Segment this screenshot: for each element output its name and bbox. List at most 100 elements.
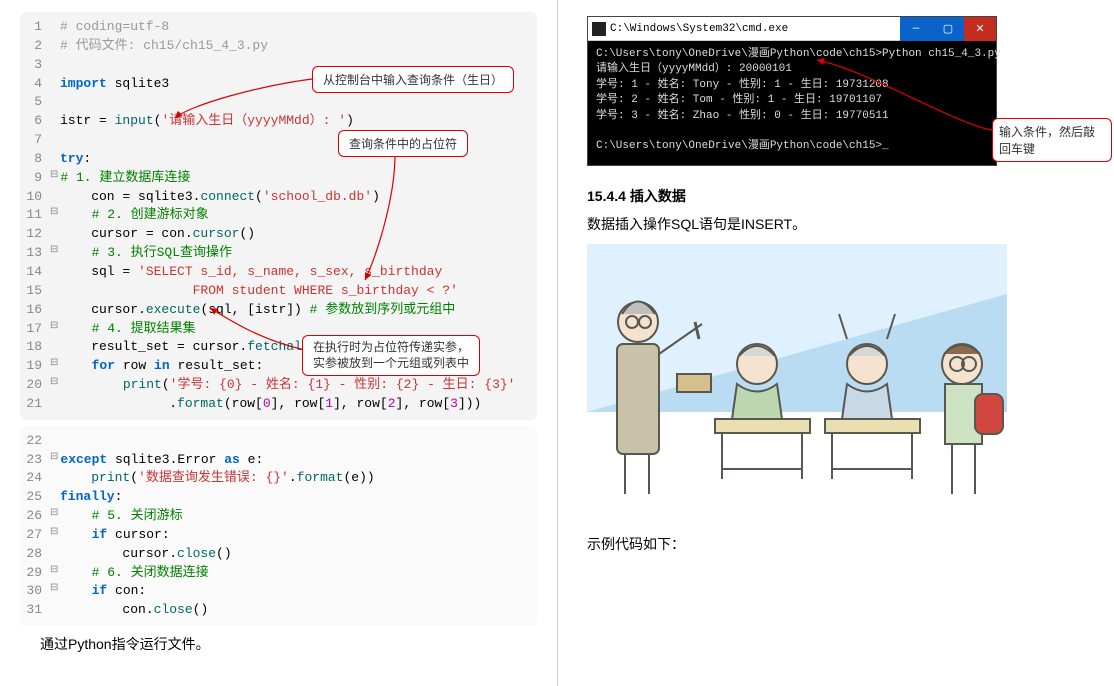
terminal-titlebar: C:\Windows\System32\cmd.exe — ▢ ✕ [588,17,996,41]
code-text: con.close() [60,601,537,620]
fold-icon: ⊟ [50,206,60,225]
line-number: 22 [20,432,50,451]
line-number: 9 [20,169,50,188]
classroom-illustration [587,244,1007,524]
fold-icon: ⊟ [50,169,60,188]
line-number: 6 [20,112,50,131]
code-line: 16 cursor.execute(sql, [istr]) # 参数放到序列或… [20,301,537,320]
code-line: 28 cursor.close() [20,545,537,564]
code-line: 11⊟ # 2. 创建游标对象 [20,206,537,225]
right-caption: 示例代码如下： [587,534,1094,554]
code-text: print('数据查询发生错误: {}'.format(e)) [60,469,537,488]
code-line: 6istr = input('请输入生日（yyyyMMdd）: ') [20,112,537,131]
code-text: except sqlite3.Error as e: [60,451,537,470]
cmd-icon [592,22,606,36]
fold-icon: ⊟ [50,582,60,601]
terminal-body: C:\Users\tony\OneDrive\漫画Python\code\ch1… [588,41,996,165]
line-number: 18 [20,338,50,357]
line-number: 21 [20,395,50,414]
line-number: 16 [20,301,50,320]
code-text [60,432,537,451]
fold-icon: ⊟ [50,320,60,339]
section-title: 15.4.4 插入数据 [587,186,1094,206]
line-number: 12 [20,225,50,244]
fold-icon: ⊟ [50,526,60,545]
line-number: 13 [20,244,50,263]
line-number: 26 [20,507,50,526]
line-number: 2 [20,37,50,56]
callout-text-line1: 在执行时为占位符传递实参， [313,340,469,354]
terminal-title-text: C:\Windows\System32\cmd.exe [610,23,788,35]
code-line: 26⊟ # 5. 关闭游标 [20,507,537,526]
terminal-window: C:\Windows\System32\cmd.exe — ▢ ✕ C:\Use… [587,16,997,166]
code-line: 2 # 代码文件: ch15/ch15_4_3.py [20,37,537,56]
fold-icon: ⊟ [50,507,60,526]
code-line: 27⊟ if cursor: [20,526,537,545]
line-number: 19 [20,357,50,376]
code-text: # 代码文件: ch15/ch15_4_3.py [60,37,537,56]
line-number: 10 [20,188,50,207]
callout-text: 从控制台中输入查询条件（生日） [323,73,503,87]
line-number: 20 [20,376,50,395]
code-line: 12 cursor = con.cursor() [20,225,537,244]
line-number: 28 [20,545,50,564]
left-caption: 通过Python指令运行文件。 [40,634,537,654]
code-text: .format(row[0], row[1], row[2], row[3])) [60,395,537,414]
code-line: 14 sql = 'SELECT s_id, s_name, s_sex, s_… [20,263,537,282]
line-number: 29 [20,564,50,583]
section-text: 数据插入操作SQL语句是INSERT。 [587,214,1094,234]
code-text: con = sqlite3.connect('school_db.db') [60,188,537,207]
code-line: 1# coding=utf-8 [20,18,537,37]
code-text: cursor = con.cursor() [60,225,537,244]
line-number: 31 [20,601,50,620]
code-text: if cursor: [60,526,537,545]
fold-icon: ⊟ [50,564,60,583]
line-number: 25 [20,488,50,507]
left-column: 1# coding=utf-82 # 代码文件: ch15/ch15_4_3.py… [0,0,557,686]
code-text: finally: [60,488,537,507]
code-text: # 5. 关闭游标 [60,507,537,526]
line-number: 7 [20,131,50,150]
fold-icon: ⊟ [50,244,60,263]
code-line: 23⊟except sqlite3.Error as e: [20,451,537,470]
line-number: 15 [20,282,50,301]
code-text: FROM student WHERE s_birthday < ?' [60,282,537,301]
line-number: 8 [20,150,50,169]
code-text: sql = 'SELECT s_id, s_name, s_sex, s_bir… [60,263,537,282]
line-number: 14 [20,263,50,282]
code-block-2: 2223⊟except sqlite3.Error as e:24 print(… [20,426,537,626]
fold-icon: ⊟ [50,376,60,395]
code-text: # 3. 执行SQL查询操作 [60,244,537,263]
code-line: 13⊟ # 3. 执行SQL查询操作 [20,244,537,263]
code-text: # 1. 建立数据库连接 [60,169,537,188]
code-text: cursor.execute(sql, [istr]) # 参数放到序列或元组中 [60,301,537,320]
callout-exec-param: 在执行时为占位符传递实参， 实参被放到一个元组或列表中 [302,335,480,376]
code-text: cursor.close() [60,545,537,564]
minimize-button[interactable]: — [900,17,932,41]
close-button[interactable]: ✕ [964,17,996,41]
callout-input-condition: 从控制台中输入查询条件（生日） [312,66,514,93]
maximize-button[interactable]: ▢ [932,17,964,41]
code-text: if con: [60,582,537,601]
line-number: 5 [20,93,50,112]
code-line: 22 [20,432,537,451]
code-line: 15 FROM student WHERE s_birthday < ?' [20,282,537,301]
code-text [60,93,537,112]
right-column: C:\Windows\System32\cmd.exe — ▢ ✕ C:\Use… [557,0,1114,686]
line-number: 11 [20,206,50,225]
fold-icon: ⊟ [50,451,60,470]
code-line: 31 con.close() [20,601,537,620]
callout-text-line2: 实参被放到一个元组或列表中 [313,356,469,370]
code-line: 25 finally: [20,488,537,507]
code-line: 9⊟# 1. 建立数据库连接 [20,169,537,188]
code-line: 20⊟ print('学号: {0} - 姓名: {1} - 性别: {2} -… [20,376,537,395]
line-number: 1 [20,18,50,37]
line-number: 23 [20,451,50,470]
code-line: 30⊟ if con: [20,582,537,601]
code-line: 29⊟ # 6. 关闭数据连接 [20,564,537,583]
callout-placeholder: 查询条件中的占位符 [338,130,468,157]
line-number: 3 [20,56,50,75]
callout-enter: 输入条件，然后敲回车键 [992,118,1112,162]
code-text: # 2. 创建游标对象 [60,206,537,225]
line-number: 30 [20,582,50,601]
